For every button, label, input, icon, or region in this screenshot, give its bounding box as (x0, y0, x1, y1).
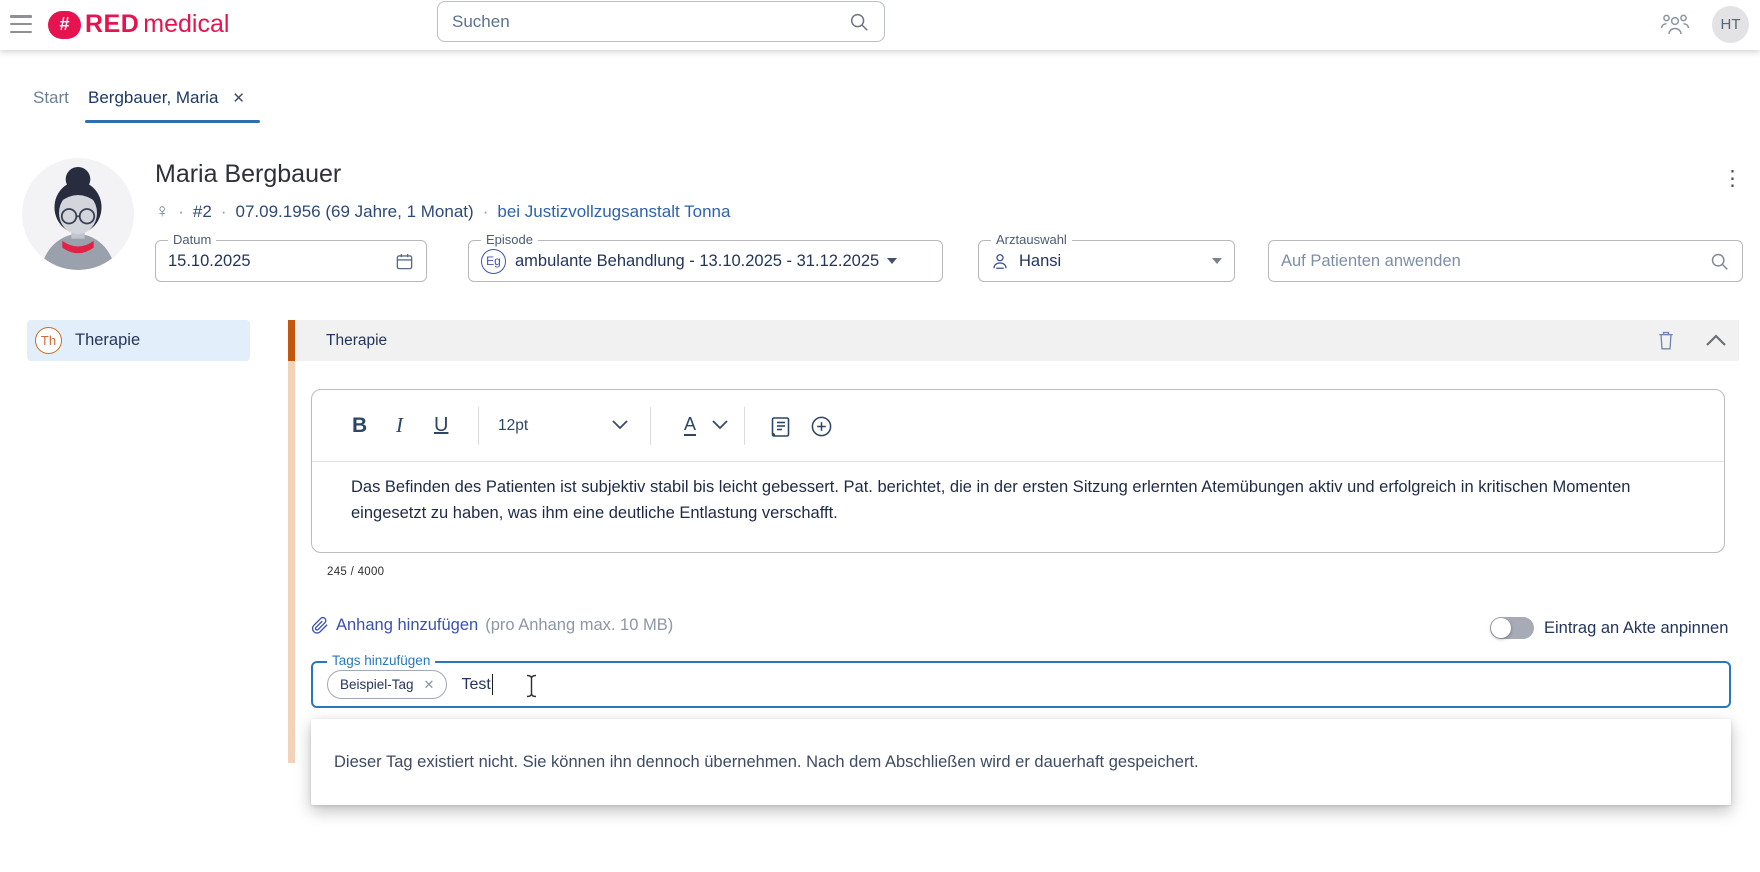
doctor-select-label: Arztauswahl (991, 232, 1072, 247)
tag-suggestion-dropdown[interactable]: Dieser Tag existiert nicht. Sie können i… (311, 719, 1731, 805)
add-attachment-link[interactable]: Anhang hinzufügen (pro Anhang max. 10 MB… (311, 616, 673, 635)
menu-icon[interactable] (10, 15, 32, 33)
pin-toggle-label: Eintrag an Akte anpinnen (1544, 619, 1728, 638)
tab-patient[interactable]: Bergbauer, Maria ✕ (88, 88, 245, 108)
toggle-knob (1491, 618, 1511, 638)
patient-info-row: ♀ · #2 · 07.09.1956 (69 Jahre, 1 Monat) … (155, 201, 730, 223)
attachment-hint: (pro Anhang max. 10 MB) (485, 616, 673, 635)
episode-badge: Eg (481, 249, 506, 274)
character-counter: 245 / 4000 (327, 566, 384, 578)
tab-patient-label: Bergbauer, Maria (88, 88, 218, 108)
patient-number: #2 (193, 202, 212, 222)
date-field-label: Datum (168, 232, 216, 247)
tags-field-label: Tags hinzufügen (327, 653, 435, 668)
tab-close-icon[interactable]: ✕ (232, 89, 245, 107)
tag-chip: Beispiel-Tag ✕ (327, 670, 447, 699)
ibeam-mouse-cursor (525, 674, 538, 698)
tag-chip-label: Beispiel-Tag (340, 677, 414, 692)
gender-icon: ♀ (155, 201, 169, 223)
patient-facility: bei Justizvollzugsanstalt Tonna (497, 202, 730, 222)
doctor-select-value: Hansi (1019, 252, 1061, 271)
logo-mark-icon: # (48, 11, 81, 39)
underline-button[interactable]: U (434, 414, 448, 437)
attachment-link-label: Anhang hinzufügen (336, 616, 478, 635)
brand-logo[interactable]: # RED medical (48, 10, 229, 39)
chevron-down-icon[interactable] (887, 258, 897, 264)
toolbar-divider (650, 407, 651, 445)
chevron-down-icon[interactable] (712, 420, 728, 430)
patient-avatar (22, 158, 134, 270)
textblock-icon[interactable] (770, 415, 792, 439)
logo-text-medical: medical (143, 10, 229, 39)
paperclip-icon (311, 616, 329, 635)
therapie-badge: Th (35, 327, 62, 354)
sidebar-item-label: Therapie (75, 331, 140, 350)
patient-name: Maria Bergbauer (155, 160, 341, 189)
chevron-down-icon[interactable] (612, 420, 628, 430)
separator-dot: · (221, 202, 227, 222)
delete-entry-icon[interactable] (1656, 329, 1676, 352)
apply-to-patient-field (1268, 240, 1743, 282)
add-content-icon[interactable] (810, 415, 833, 438)
chevron-down-icon[interactable] (1212, 258, 1222, 264)
panel-accent-bar (288, 320, 295, 361)
separator-dot: · (178, 202, 184, 222)
pin-entry-row: Eintrag an Akte anpinnen (1490, 617, 1728, 639)
panel-title: Therapie (326, 332, 387, 350)
sidebar-item-therapie[interactable]: Th Therapie (27, 320, 250, 361)
editor-toolbar: B I U 12pt A (312, 390, 1724, 462)
active-tab-indicator (85, 120, 260, 123)
patient-birthdate: 07.09.1956 (69 Jahre, 1 Monat) (236, 202, 474, 222)
logo-text-red: RED (85, 10, 139, 39)
pin-toggle[interactable] (1490, 617, 1534, 639)
tag-chip-remove-icon[interactable]: ✕ (424, 677, 435, 693)
panel-header: Therapie (295, 320, 1739, 361)
note-editor: B I U 12pt A Das Befinden des Patienten … (311, 389, 1725, 553)
toolbar-divider (744, 407, 745, 445)
top-bar: # RED medical HT (0, 0, 1760, 50)
episode-field[interactable]: Episode Eg ambulante Behandlung - 13.10.… (468, 240, 943, 282)
collapse-panel-icon[interactable] (1705, 334, 1727, 347)
text-cursor (492, 674, 494, 695)
search-icon[interactable] (1709, 251, 1730, 272)
user-avatar[interactable]: HT (1712, 6, 1749, 43)
global-search-input[interactable] (452, 12, 848, 32)
tab-start[interactable]: Start (33, 88, 69, 108)
bold-button[interactable]: B (352, 414, 367, 438)
episode-field-value: ambulante Behandlung - 13.10.2025 - 31.1… (515, 252, 879, 271)
global-search (437, 1, 885, 42)
date-field[interactable]: Datum 15.10.2025 (155, 240, 427, 282)
tags-input-value[interactable]: Test (461, 676, 490, 694)
tag-suggestion-message: Dieser Tag existiert nicht. Sie können i… (334, 753, 1199, 772)
apply-to-patient-input[interactable] (1281, 252, 1709, 271)
episode-field-label: Episode (481, 232, 538, 247)
calendar-icon[interactable] (395, 252, 414, 271)
toolbar-divider (478, 407, 479, 445)
doctor-select-field[interactable]: Arztauswahl Hansi (978, 240, 1235, 282)
app-root: # RED medical HT Start Bergbauer, Maria … (0, 0, 1760, 872)
separator-dot: · (483, 202, 489, 222)
date-field-value: 15.10.2025 (168, 252, 251, 271)
search-icon[interactable] (848, 11, 870, 33)
text-color-button[interactable]: A (684, 415, 696, 437)
note-text[interactable]: Das Befinden des Patienten ist subjektiv… (351, 474, 1656, 526)
italic-button[interactable]: I (396, 413, 403, 438)
users-icon[interactable] (1660, 12, 1690, 38)
kebab-menu-icon[interactable]: ⋮ (1722, 168, 1743, 189)
panel-accent-bar-light (288, 361, 295, 763)
doctor-icon (991, 252, 1009, 271)
tags-input-field[interactable]: Tags hinzufügen Beispiel-Tag ✕ Test (311, 661, 1731, 708)
